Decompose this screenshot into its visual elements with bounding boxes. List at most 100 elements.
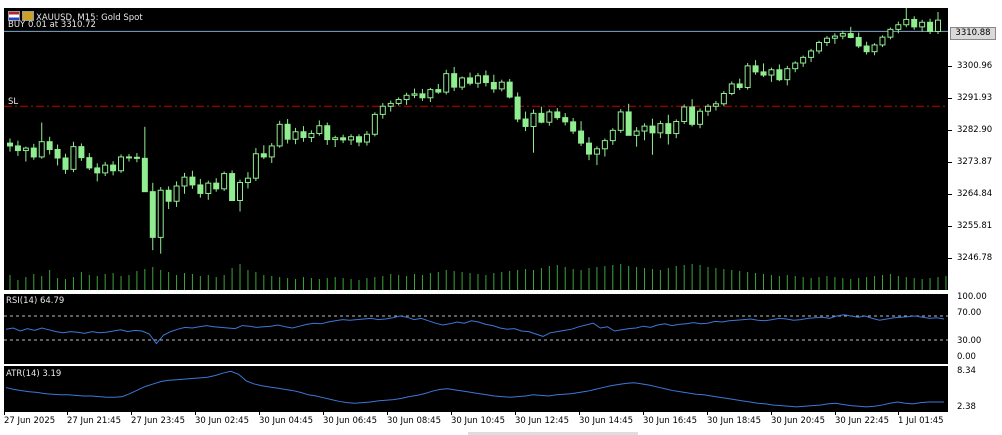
candle-body [562,117,569,123]
price-chart-panel[interactable]: XAUUSD, M15: Gold Spot BUY 0.01 at 3310.… [4,8,948,290]
axis-tick [948,98,952,99]
candle-body [427,89,434,99]
candle-body [776,69,783,81]
candle-body [7,142,13,147]
candle-body [712,103,719,107]
candle-body [752,65,759,73]
candle-body [181,176,188,187]
candle-body [792,62,799,70]
time-tick [579,412,580,415]
candle-body [165,189,172,202]
candle-body [728,83,735,94]
candle-body [800,56,807,64]
candle-body [673,120,680,135]
candle-body [125,156,132,159]
time-label: 30 Jun 10:45 [451,416,505,426]
candle-body [237,181,244,202]
candle-body [284,123,291,140]
candle-body [467,77,474,84]
candle-body [54,148,61,159]
candle-body [482,75,489,84]
candle-body [641,125,648,132]
time-tick [835,412,836,415]
sl-label: SL [8,97,19,107]
candle-body [229,173,236,202]
atr-line [5,370,944,408]
axis-tick [948,194,952,195]
price-label: 3291.93 [957,93,993,103]
trade-info: BUY 0.01 at 3310.72 [8,20,96,30]
candle-body [538,112,545,123]
candle-body [625,111,632,136]
candle-body [340,137,347,141]
atr-label: ATR(14) 3.19 [6,369,62,379]
candle-body [919,21,926,28]
candle-body [355,136,362,143]
time-label: 27 Jun 21:45 [67,416,121,426]
candle-body [189,176,196,186]
time-label: 30 Jun 20:45 [771,416,825,426]
candle-body [879,36,886,46]
candle-body [586,142,593,155]
axis-tick [948,226,952,227]
candle-body [895,24,902,30]
candle-body [435,89,442,93]
candle-body [205,182,212,194]
candle-body [736,83,743,88]
candle-body [593,148,600,155]
candle-body [768,69,775,76]
time-tick [643,412,644,415]
candle-body [268,145,275,158]
time-tick [387,412,388,415]
candle-body [118,156,125,172]
time-label: 30 Jun 12:45 [515,416,569,426]
price-label: 3264.84 [957,189,993,199]
time-label: 30 Jun 02:45 [195,416,249,426]
candle-body [530,112,537,127]
candle-body [863,45,870,53]
candle-body [141,157,148,193]
price-axis[interactable]: 3300.96 3291.93 3282.90 3273.87 3264.84 … [948,8,1002,290]
candle-body [911,18,918,28]
candle-body [30,147,37,158]
candle-body [395,99,402,104]
candle-body [871,44,878,53]
rsi-level-label: 70.00 [957,308,982,318]
candle-body [38,141,45,158]
candle-body [649,125,656,134]
candle-body [213,182,220,190]
candle-body [823,37,830,43]
candle-body [554,111,561,119]
candle-body [252,153,259,179]
candle-body [419,93,426,99]
candle-body [316,125,323,135]
price-label: 3255.81 [957,221,993,231]
price-label: 3300.96 [957,61,993,71]
rsi-level-label: 30.00 [957,336,982,346]
candle-body [300,131,307,138]
candlestick-chart[interactable] [4,8,948,290]
time-tick [771,412,772,415]
candle-body [704,105,711,112]
candle-body [839,33,846,37]
candle-body [173,185,180,202]
candle-body [86,157,93,169]
candle-body [665,123,672,135]
candle-body [451,73,458,88]
candle-body [403,94,410,101]
candle-body [292,131,299,140]
atr-axis[interactable]: 8.34 2.38 [948,366,1002,412]
candle-body [831,35,838,39]
candle-body [816,41,823,52]
time-label: 1 Jul 01:45 [898,416,944,426]
rsi-level-label: 0.00 [957,352,976,362]
candle-body [78,146,85,159]
candle-body [578,130,585,144]
candle-body [363,133,370,143]
rsi-panel[interactable]: RSI(14) 64.79 [4,294,948,364]
rsi-axis[interactable]: 100.00 70.00 30.00 0.00 [948,292,1002,364]
atr-line-chart [5,370,944,408]
atr-panel[interactable]: ATR(14) 3.19 [4,366,948,412]
candle-body [379,105,386,115]
candle-body [681,106,688,122]
